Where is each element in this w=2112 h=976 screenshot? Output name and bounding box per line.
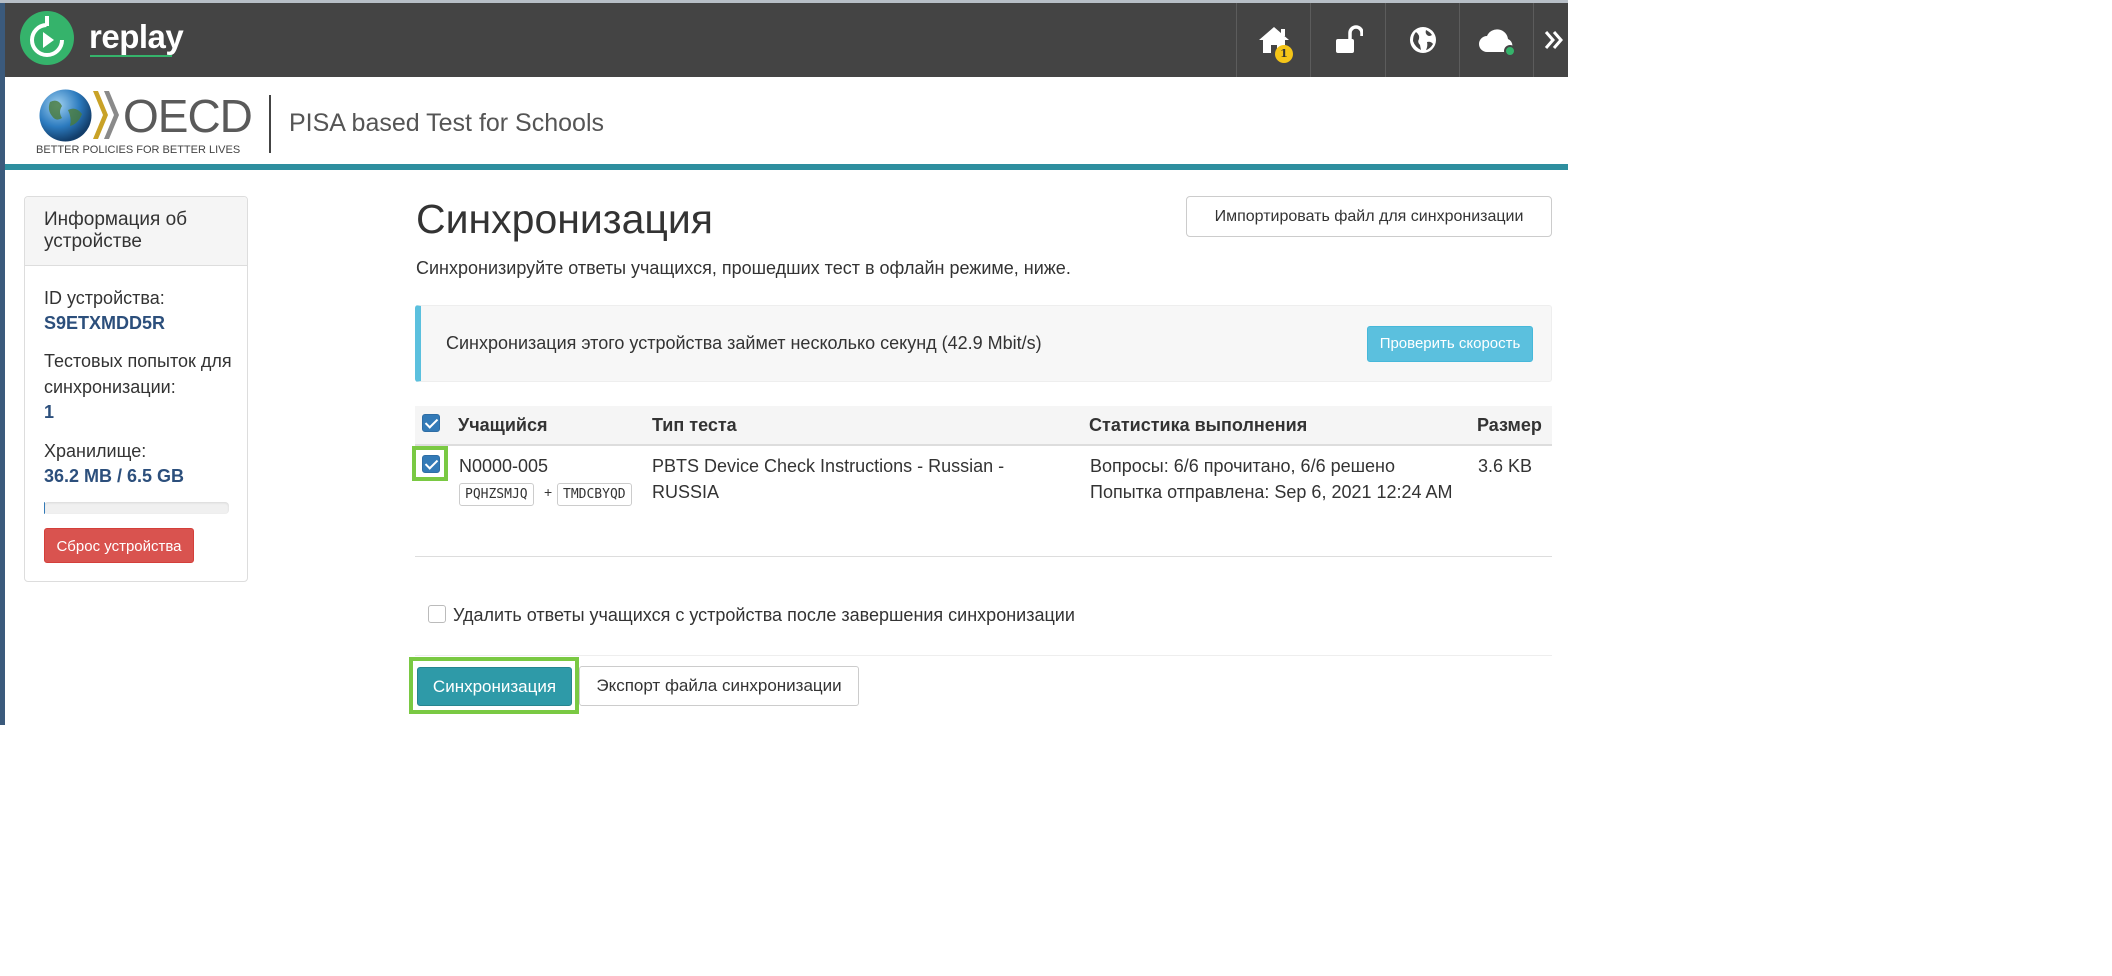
test-type-line1: PBTS Device Check Instructions - Russian… [652,456,1005,476]
delete-after-sync-label[interactable]: Удалить ответы учащихся с устройства пос… [453,605,1075,626]
device-info-title: Информация об устройстве [25,197,247,266]
student-code-2: TMDCBYQD [557,483,632,506]
sync-button[interactable]: Синхронизация [417,667,572,706]
lock-button[interactable] [1310,3,1384,77]
storage-value: 36.2 MB / 6.5 GB [44,466,185,486]
attempts-value: 1 [44,402,55,422]
reset-device-button[interactable]: Сброс устройства [44,528,194,563]
unlock-icon [1335,25,1363,53]
col-size: Размер [1477,415,1542,435]
header-accent-rule [5,164,1568,170]
stats-line2: Попытка отправлена: Sep 6, 2021 12:24 AM [1090,482,1453,502]
sync-speed-callout: Синхронизация этого устройства займет не… [415,305,1552,382]
replay-logo-icon[interactable] [19,10,75,66]
device-info-panel: Информация об устройстве ID устройства: … [24,196,248,582]
top-navbar: replay 1 [5,3,1568,77]
actions-rule [415,655,1552,656]
import-sync-file-button[interactable]: Импортировать файл для синхронизации [1186,196,1552,237]
col-test-type: Тип теста [652,415,737,435]
export-sync-file-button[interactable]: Экспорт файла синхронизации [579,666,859,706]
check-speed-button[interactable]: Проверить скорость [1367,326,1533,362]
sync-speed-notice: Синхронизация этого устройства займет не… [446,333,1042,353]
oecd-wordmark: OECD [123,90,253,142]
storage-progress-fill [44,502,45,514]
product-title: PISA based Test for Schools [289,109,605,137]
table-bottom-rule [415,556,1552,557]
stats-line1: Вопросы: 6/6 прочитано, 6/6 решено [1090,456,1396,476]
code-plus: + [544,484,553,500]
app-name[interactable]: replay [89,18,184,56]
home-button[interactable]: 1 [1236,3,1310,77]
oecd-tagline: BETTER POLICIES FOR BETTER LIVES [36,144,241,156]
app-name-underline [90,55,172,57]
double-chevron-right-icon [1544,31,1563,49]
student-code-1: PQHZSMJQ [459,483,534,506]
col-stats: Статистика выполнения [1089,415,1308,435]
oecd-chevrons-icon [93,91,119,139]
select-all-checkbox[interactable] [422,414,440,432]
cloud-status-button[interactable] [1459,3,1533,77]
storage-progress-bar [44,502,229,514]
student-id: N0000-005 [459,456,549,476]
language-button[interactable] [1385,3,1459,77]
page-lead: Синхронизируйте ответы учащихся, прошедш… [416,258,1071,278]
home-badge: 1 [1275,45,1293,63]
col-student: Учащийся [458,415,548,435]
attempts-label: Тестовых попыток для синхронизации: [44,351,232,397]
test-type-line2: RUSSIA [652,482,720,502]
device-id-value: S9ETXMDD5R [44,313,166,333]
oecd-globe-icon [39,89,92,142]
delete-after-sync-checkbox[interactable] [428,605,446,623]
storage-label: Хранилище: [44,441,147,461]
site-header: OECD BETTER POLICIES FOR BETTER LIVES PI… [5,77,1568,164]
page-title: Синхронизация [416,196,713,242]
globe-icon [1409,27,1436,53]
row-checkbox[interactable] [422,455,440,473]
expand-toolbar-button[interactable] [1533,3,1573,77]
online-status-dot [1504,45,1516,57]
device-id-label: ID устройства: [44,288,165,308]
attempt-size: 3.6 KB [1478,456,1533,476]
header-separator [269,95,271,153]
attempts-table-header: Учащийся Тип теста Статистика выполнения… [415,406,1552,446]
